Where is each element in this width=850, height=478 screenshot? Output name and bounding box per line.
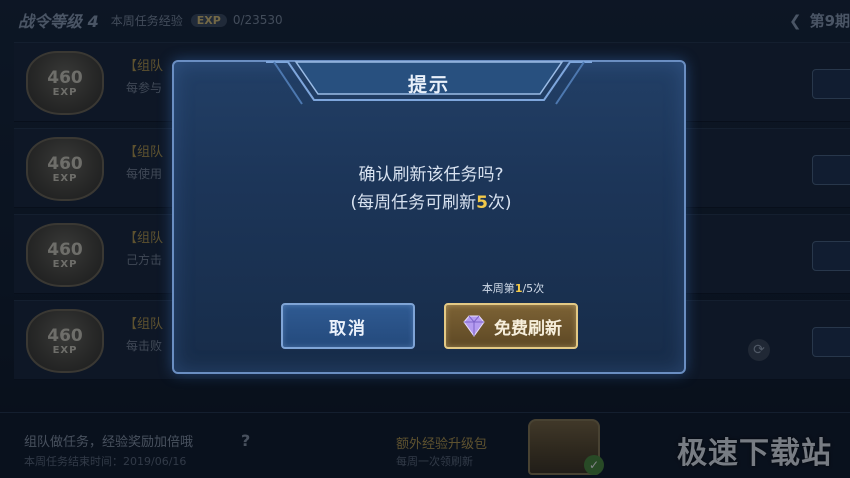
dialog-title: 提示 bbox=[407, 74, 450, 96]
dialog-header: 提示 bbox=[266, 60, 592, 106]
free-refresh-label: 免费刷新 bbox=[494, 318, 562, 339]
diamond-gem-icon bbox=[463, 315, 485, 337]
confirm-message: 确认刷新该任务吗? bbox=[358, 165, 504, 185]
weekly-refresh-counter: 本周第1/5次 bbox=[481, 282, 545, 295]
refresh-limit-note: (每周任务可刷新5次) bbox=[350, 193, 512, 213]
free-refresh-button[interactable]: 免费刷新 bbox=[444, 303, 578, 349]
cancel-button[interactable]: 取消 bbox=[281, 303, 415, 349]
refresh-confirm-dialog: 提示 确认刷新该任务吗? (每周任务可刷新5次) 本周第1/5次 取消 免费刷新 bbox=[172, 60, 686, 374]
